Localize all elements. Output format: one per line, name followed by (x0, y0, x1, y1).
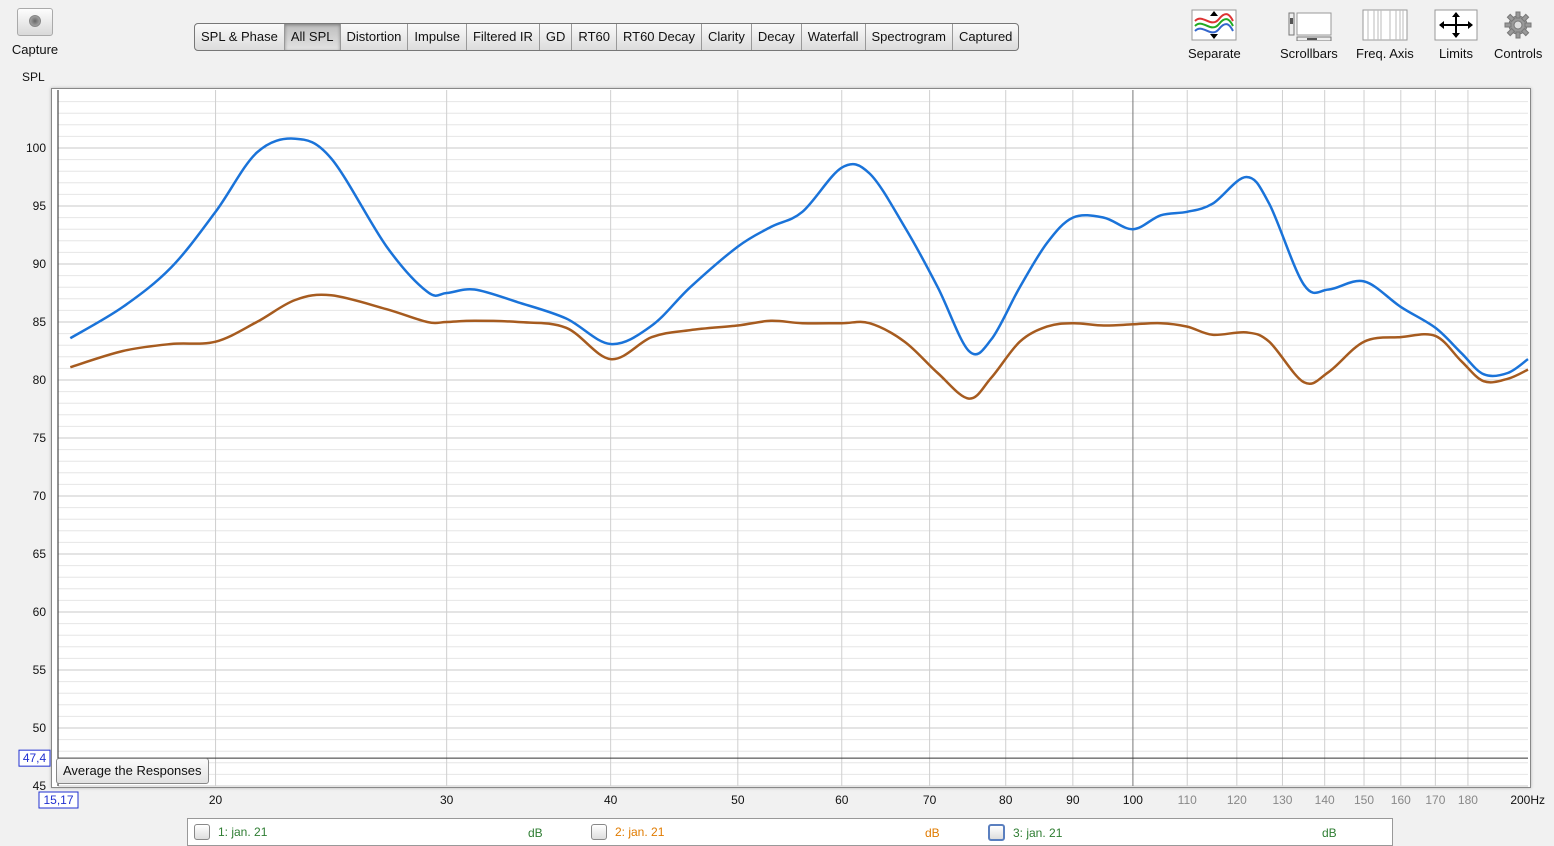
x-tick-label: 70 (923, 793, 937, 807)
x-end-label: 200Hz (1510, 793, 1545, 807)
y-tick-label: 95 (33, 199, 47, 213)
y-tick-label: 100 (26, 141, 46, 155)
x-tick-label: 30 (440, 793, 454, 807)
legend-unit: dB (925, 826, 940, 840)
spl-chart: 45 50 55 60 65 70 75 80 85 90 95 100 20 30 40 50 60 70 80 9… (18, 90, 1545, 809)
y-readout-value: 47,4 (23, 751, 47, 765)
y-tick-label: 65 (33, 547, 47, 561)
x-tick-label-minor: 120 (1227, 793, 1247, 807)
legend-item[interactable]: 1: jan. 21 (194, 824, 267, 840)
legend-item[interactable]: 2: jan. 21 (591, 824, 664, 840)
x-tick-label: 100 (1123, 793, 1143, 807)
y-tick-label: 55 (33, 663, 47, 677)
x-tick-label: 90 (1066, 793, 1080, 807)
x-tick-label: 60 (835, 793, 849, 807)
legend-checkbox[interactable] (591, 824, 607, 840)
x-tick-label-minor: 170 (1425, 793, 1445, 807)
y-tick-label: 85 (33, 315, 47, 329)
legend-bar: 1: jan. 21 dB 2: jan. 21 dB 3: jan. 21 dB (187, 818, 1393, 846)
y-tick-label: 75 (33, 431, 47, 445)
y-tick-label: 80 (33, 373, 47, 387)
x-tick-label-minor: 180 (1458, 793, 1478, 807)
x-tick-label-minor: 110 (1178, 793, 1197, 807)
series-line-1 (69, 137, 1529, 378)
legend-label: 1: jan. 21 (218, 825, 268, 839)
legend-label: 3: jan. 21 (1013, 825, 1063, 840)
x-tick-label-minor: 140 (1315, 793, 1335, 807)
legend-unit: dB (528, 826, 543, 840)
average-responses-button[interactable]: Average the Responses (56, 758, 209, 784)
x-tick-label: 40 (604, 793, 618, 807)
legend-unit: dB (1322, 826, 1337, 840)
y-tick-label: 60 (33, 605, 47, 619)
legend-checkbox[interactable] (988, 824, 1005, 841)
legend-checkbox[interactable] (194, 824, 210, 840)
x-tick-label-minor: 130 (1272, 793, 1292, 807)
x-tick-label: 50 (731, 793, 745, 807)
x-tick-label: 20 (209, 793, 223, 807)
x-tick-label-minor: 160 (1391, 793, 1411, 807)
y-tick-label: 50 (33, 721, 47, 735)
y-tick-label: 70 (33, 489, 47, 503)
legend-label: 2: jan. 21 (615, 825, 665, 839)
x-readout-value: 15,17 (43, 793, 73, 807)
legend-item[interactable]: 3: jan. 21 (988, 824, 1062, 841)
y-tick-label: 90 (33, 257, 47, 271)
x-tick-label: 80 (999, 793, 1013, 807)
y-tick-label: 45 (33, 779, 47, 793)
x-tick-label-minor: 150 (1354, 793, 1374, 807)
